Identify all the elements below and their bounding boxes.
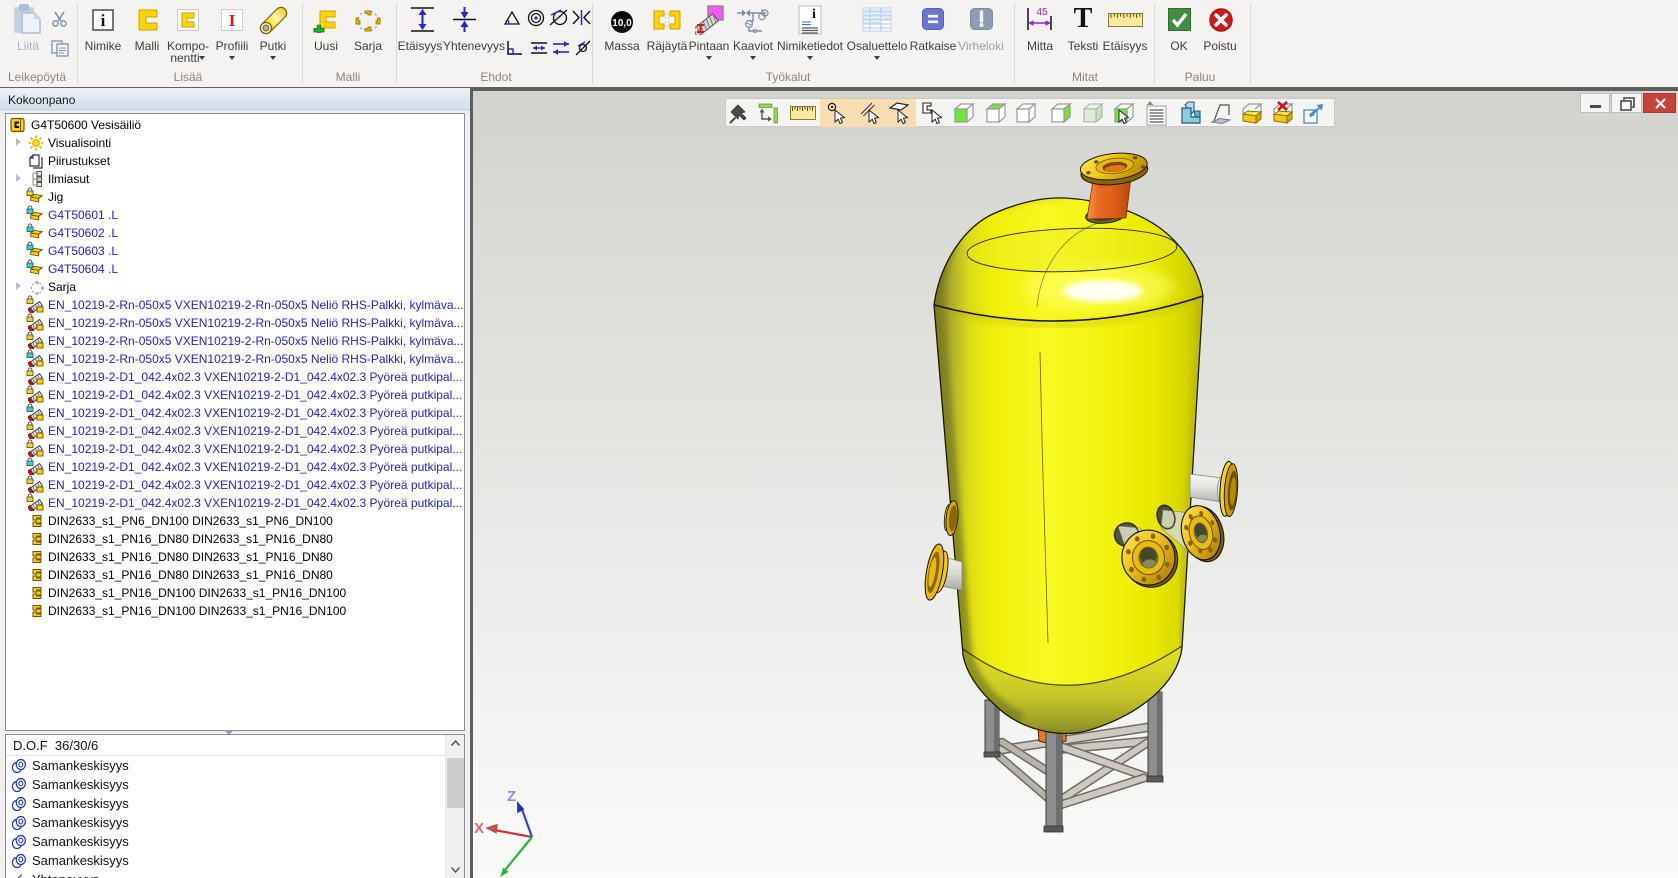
svg-text:10,0: 10,0 (612, 18, 632, 29)
svg-text:45: 45 (1036, 7, 1048, 18)
svg-text:Z: Z (507, 788, 516, 805)
svg-text:X: X (474, 820, 484, 837)
svg-text:i: i (812, 7, 816, 22)
svg-text:i: i (101, 11, 106, 30)
svg-text:I: I (229, 11, 236, 30)
